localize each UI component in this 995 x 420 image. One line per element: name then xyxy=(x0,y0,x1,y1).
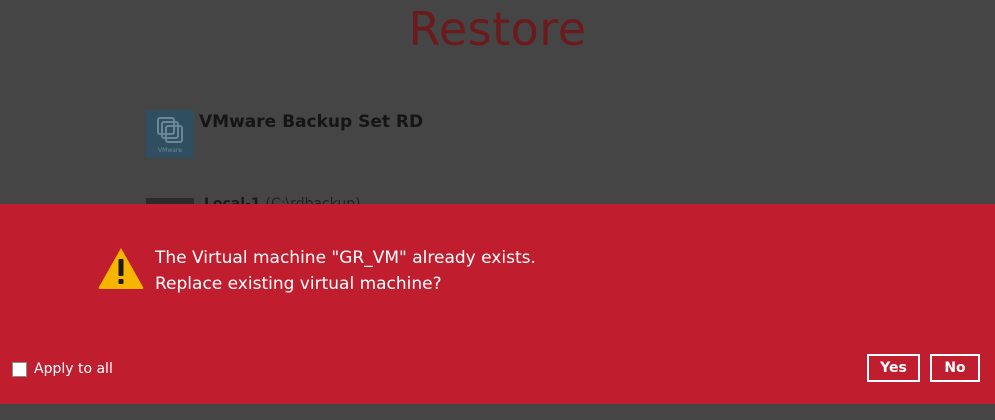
yes-button[interactable]: Yes xyxy=(867,354,920,382)
vmware-logo-icon: VMware xyxy=(146,110,194,158)
backup-set-entry: VMware VMware Backup Set RD xyxy=(146,110,646,158)
replace-vm-dialog: The Virtual machine "GR_VM" already exis… xyxy=(0,204,995,404)
backup-set-name: VMware Backup Set RD xyxy=(199,112,424,132)
dialog-message: The Virtual machine "GR_VM" already exis… xyxy=(155,245,536,297)
page-title: Restore xyxy=(408,2,587,56)
background-strip xyxy=(0,404,995,420)
no-button[interactable]: No xyxy=(930,354,980,382)
apply-to-all-option[interactable]: Apply to all xyxy=(12,359,113,379)
apply-to-all-label: Apply to all xyxy=(34,361,113,377)
dialog-message-line2: Replace existing virtual machine? xyxy=(155,274,442,294)
warning-icon xyxy=(98,248,144,289)
vmware-logo-text: VMware xyxy=(158,147,182,154)
apply-to-all-checkbox[interactable] xyxy=(12,361,27,377)
dialog-message-line1: The Virtual machine "GR_VM" already exis… xyxy=(155,248,536,268)
restore-page: Restore VMware VMware Backup Set RD Loca… xyxy=(0,0,995,420)
